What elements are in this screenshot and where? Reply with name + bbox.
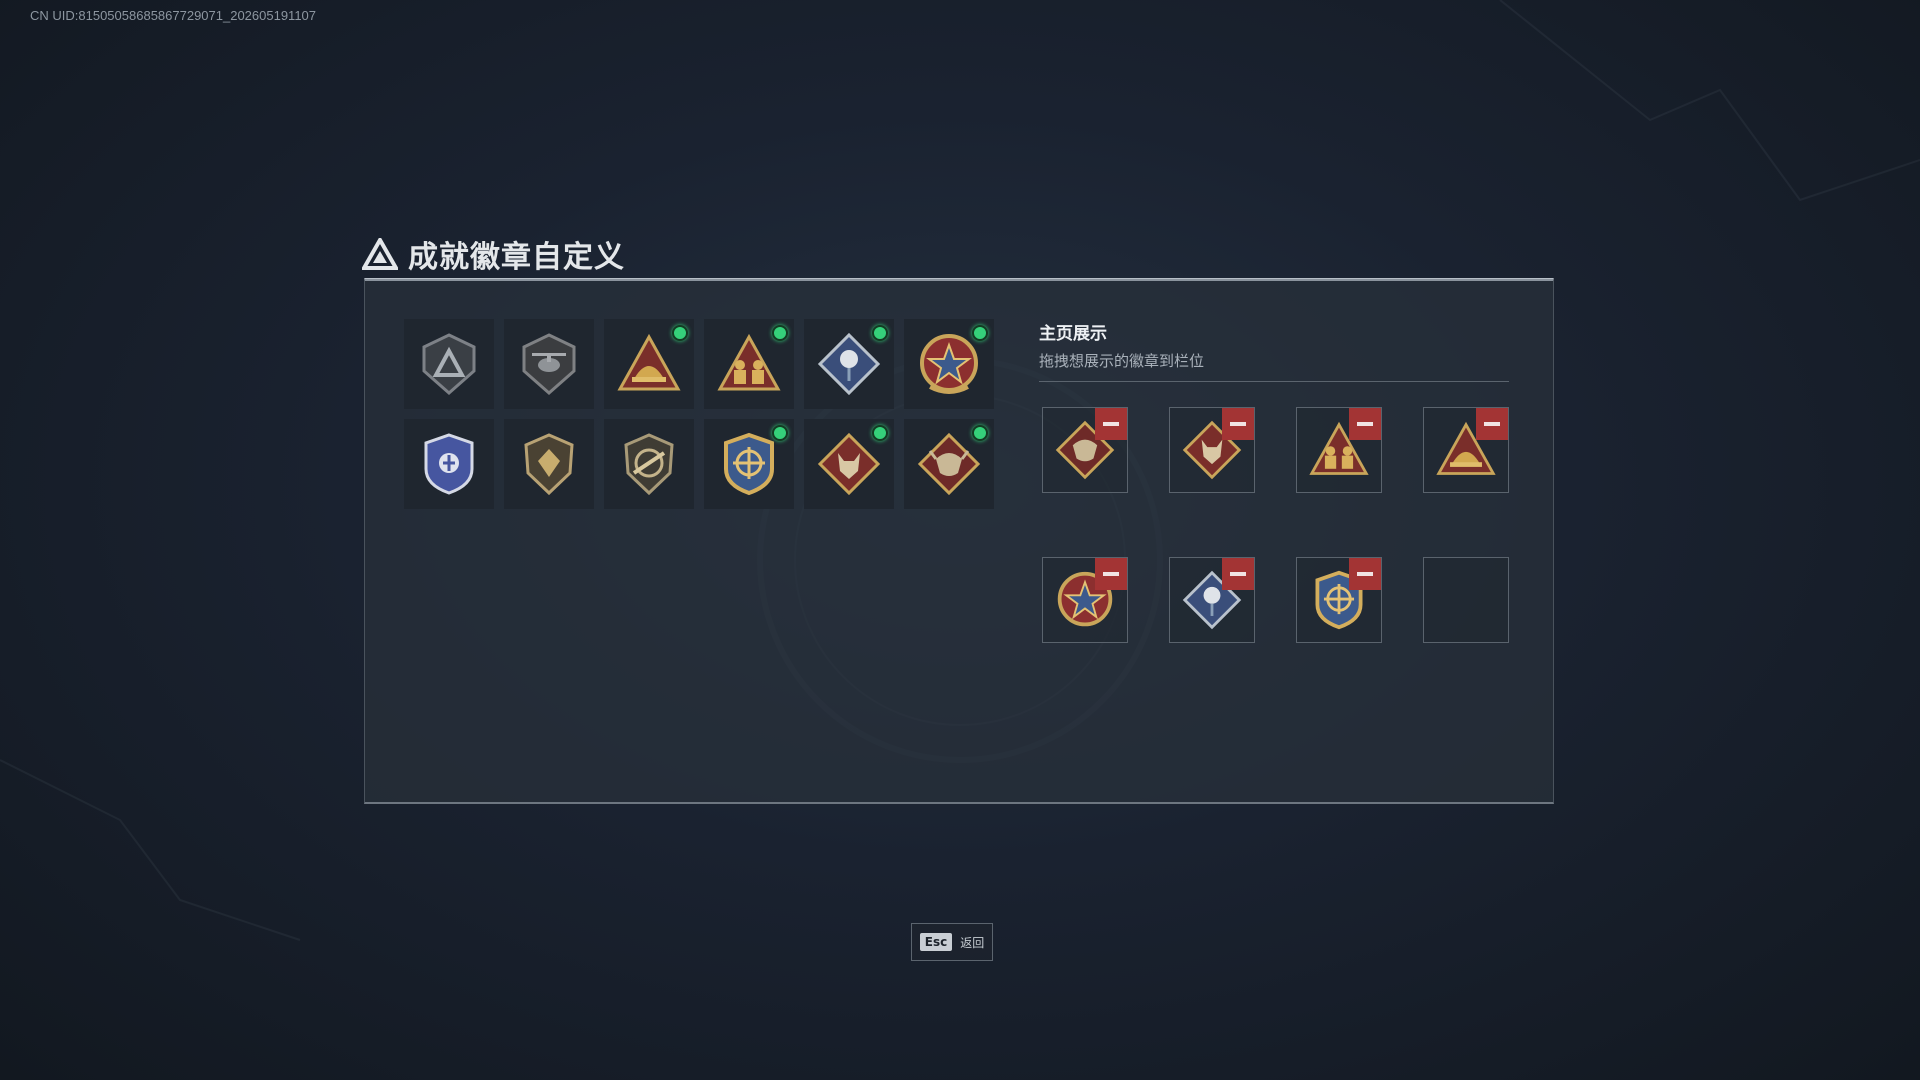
- showcase-slot[interactable]: [1042, 557, 1128, 643]
- showcase-slot[interactable]: [1296, 407, 1382, 493]
- rose-diamond-badge-icon: [817, 332, 881, 396]
- uid-label: CN UID:8150505868586772907​1_20260519110…: [30, 8, 317, 23]
- soldiers-triangle-badge-icon: [717, 333, 781, 391]
- rifle-shield-badge-icon: [624, 433, 674, 496]
- esc-key-hint: Esc: [919, 933, 953, 951]
- remove-slot-button[interactable]: [1349, 408, 1381, 440]
- page-header: 成就徽章自定义: [362, 232, 625, 276]
- badge-collection-grid: [404, 319, 994, 509]
- badge-item[interactable]: [504, 419, 594, 509]
- remove-slot-button[interactable]: [1095, 408, 1127, 440]
- homepage-showcase: 主页展示 拖拽想展示的徽章到栏位: [1039, 319, 1509, 643]
- new-badge-indicator: [872, 425, 888, 441]
- showcase-slot-grid: [1042, 407, 1509, 643]
- remove-slot-button[interactable]: [1476, 408, 1508, 440]
- remove-slot-button[interactable]: [1222, 408, 1254, 440]
- remove-slot-button[interactable]: [1095, 558, 1127, 590]
- remove-slot-button[interactable]: [1349, 558, 1381, 590]
- showcase-slot-empty[interactable]: [1423, 557, 1509, 643]
- police-shield-badge-icon: [424, 433, 474, 495]
- gem-shield-badge-icon: [524, 433, 574, 496]
- showcase-subtitle: 拖拽想展示的徽章到栏位: [1039, 350, 1509, 382]
- page-title: 成就徽章自定义: [408, 240, 625, 275]
- showcase-slot[interactable]: [1296, 557, 1382, 643]
- badge-item[interactable]: [904, 419, 994, 509]
- new-badge-indicator: [672, 325, 688, 341]
- showcase-slot[interactable]: [1042, 407, 1128, 493]
- badge-item[interactable]: [704, 419, 794, 509]
- badge-item[interactable]: [504, 319, 594, 409]
- badge-item[interactable]: [804, 419, 894, 509]
- remove-slot-button[interactable]: [1222, 558, 1254, 590]
- badge-item[interactable]: [404, 319, 494, 409]
- back-label: 返回: [960, 935, 985, 950]
- badge-item[interactable]: [604, 319, 694, 409]
- badge-item[interactable]: [404, 419, 494, 509]
- badge-item[interactable]: [804, 319, 894, 409]
- new-badge-indicator: [772, 325, 788, 341]
- badge-item[interactable]: [704, 319, 794, 409]
- triangle-shield-badge-icon: [422, 333, 476, 395]
- helmet-triangle-badge-icon: [617, 333, 681, 391]
- badge-item[interactable]: [904, 319, 994, 409]
- badge-item[interactable]: [604, 419, 694, 509]
- wolf-diamond-badge-icon: [817, 432, 881, 496]
- new-badge-indicator: [972, 425, 988, 441]
- badge-customize-panel: 主页展示 拖拽想展示的徽章到栏位: [364, 278, 1554, 804]
- new-badge-indicator: [972, 325, 988, 341]
- new-badge-indicator: [772, 425, 788, 441]
- new-badge-indicator: [872, 325, 888, 341]
- crosshair-shield-badge-icon: [724, 432, 774, 496]
- showcase-slot[interactable]: [1423, 407, 1509, 493]
- showcase-slot[interactable]: [1169, 407, 1255, 493]
- showcase-slot[interactable]: [1169, 557, 1255, 643]
- showcase-title: 主页展示: [1039, 324, 1107, 344]
- back-button[interactable]: Esc 返回: [911, 923, 993, 961]
- delta-logo-icon: [362, 238, 398, 270]
- helicopter-shield-badge-icon: [522, 333, 576, 395]
- star-round-badge-icon: [920, 334, 978, 394]
- dragon-diamond-badge-icon: [917, 432, 981, 496]
